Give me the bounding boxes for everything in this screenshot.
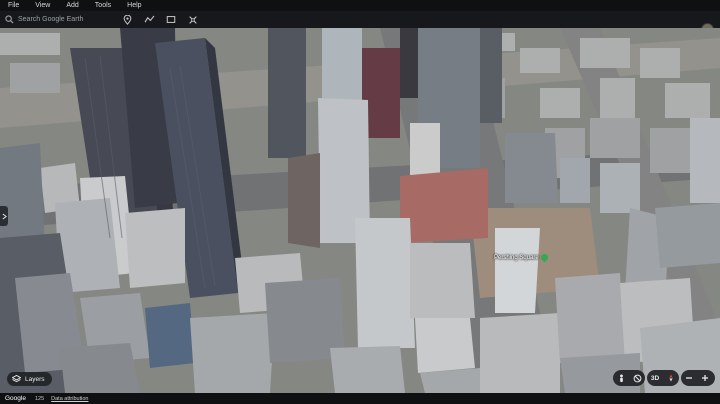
pegman-button[interactable]: [613, 370, 629, 386]
map-control-group-left: [613, 370, 645, 386]
no-imagery-icon: [633, 374, 641, 382]
search-placeholder: Search Google Earth: [18, 16, 84, 23]
data-attribution-link[interactable]: Data attribution: [51, 396, 88, 402]
minus-icon: [686, 377, 692, 379]
city-3d-render: [0, 28, 720, 393]
search-icon: [5, 15, 14, 24]
menu-tools[interactable]: Tools: [95, 0, 111, 11]
person-icon: [619, 373, 623, 382]
polygon-icon[interactable]: [164, 13, 178, 27]
chevron-right-icon: [2, 213, 7, 219]
menu-add[interactable]: Add: [66, 0, 78, 11]
pin-icon[interactable]: [120, 13, 134, 27]
side-panel-toggle[interactable]: [0, 206, 8, 226]
scale-readout: 125: [34, 395, 45, 402]
menu-view[interactable]: View: [35, 0, 50, 11]
menu-file[interactable]: File: [8, 0, 19, 11]
layers-label: Layers: [25, 375, 45, 383]
measure-icon[interactable]: [186, 13, 200, 27]
compass-button[interactable]: [663, 370, 679, 386]
poi-label-text: Pershing Square: [494, 254, 539, 261]
zoom-in-button[interactable]: [697, 370, 713, 386]
path-icon[interactable]: [142, 13, 156, 27]
zoom-out-button[interactable]: [681, 370, 697, 386]
place-pin-icon: [539, 252, 550, 263]
menu-bar: File View Add Tools Help: [0, 0, 720, 11]
status-bar: Google 125 Data attribution: [0, 393, 720, 404]
map-viewport[interactable]: Pershing Square: [0, 28, 720, 393]
plus-icon: [702, 375, 708, 381]
layers-icon: [12, 375, 21, 383]
poi-label-pershing-square[interactable]: Pershing Square: [494, 252, 550, 263]
menu-help[interactable]: Help: [127, 0, 141, 11]
zoom-controls: [681, 370, 715, 386]
search-box[interactable]: Search Google Earth: [5, 13, 103, 26]
map-control-group-mid: 3D: [647, 370, 679, 386]
view-mode-toggle[interactable]: 3D: [647, 370, 663, 386]
layers-button[interactable]: Layers: [7, 372, 52, 386]
toolbar: Search Google Earth: [0, 11, 720, 36]
google-logo: Google: [5, 395, 26, 402]
compass-icon: [669, 374, 673, 382]
hide-imagery-button[interactable]: [629, 370, 645, 386]
